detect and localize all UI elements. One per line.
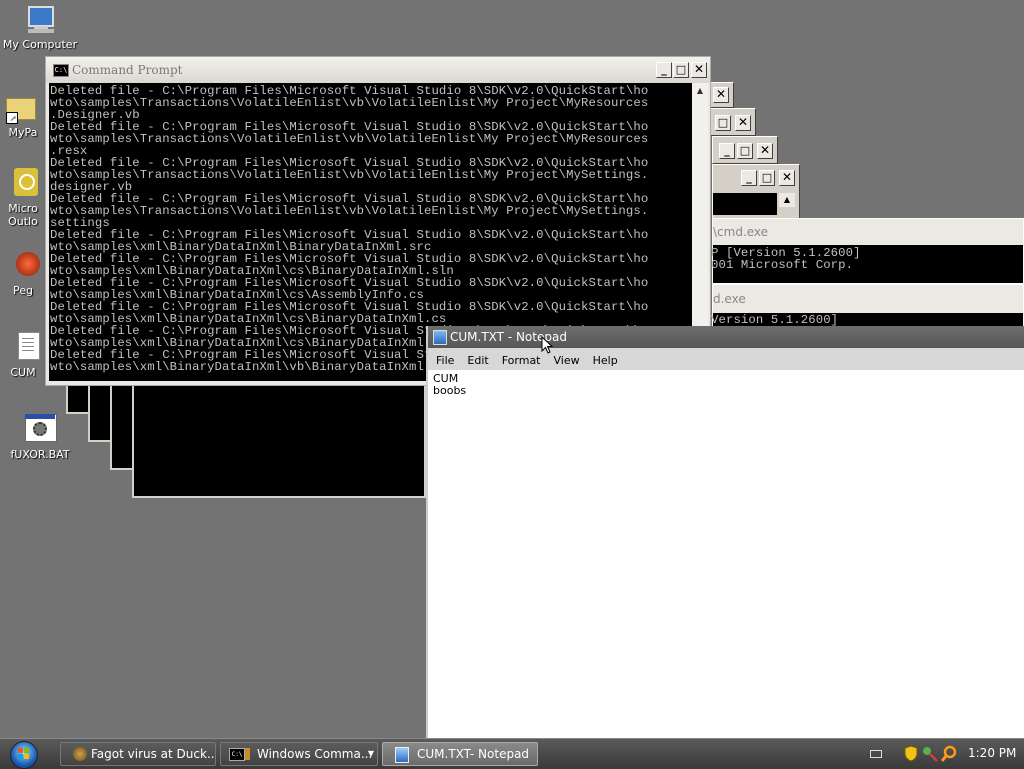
maximize-icon[interactable]: □ — [759, 170, 775, 186]
computer-icon — [24, 4, 56, 36]
close-icon[interactable]: ✕ — [779, 170, 795, 186]
icon-label: CUM — [10, 366, 36, 379]
stacked-window-titlebar[interactable]: _ □ ✕ — [712, 136, 778, 164]
desktop-icon-my-computer[interactable]: My Computer — [2, 4, 78, 51]
close-icon[interactable]: ✕ — [713, 87, 729, 103]
window-title: d.exe — [713, 292, 746, 306]
console-line: wto\samples\Transactions\VolatileEnlist\… — [50, 132, 649, 146]
taskbar-label: Windows Comma... — [257, 747, 373, 761]
desktop-icon-fuxor-bat[interactable]: fUXOR.BAT — [2, 414, 78, 461]
desktop-icon-peg[interactable]: Peg — [0, 250, 46, 297]
icon-label: Peg — [13, 284, 33, 297]
console-line: Version 5.1.2600] — [711, 313, 839, 327]
cmd-titlebar[interactable]: C:\ Command Prompt _ □ ✕ — [46, 57, 710, 83]
taskbar-label: CUM.TXT- Notepad — [417, 747, 530, 761]
clock[interactable]: 1:20 PM — [968, 746, 1016, 760]
icon-label: Micro Outlo — [8, 202, 38, 228]
menu-view[interactable]: View — [554, 350, 580, 372]
cmd-window-3[interactable]: d.exe Version 5.1.2600] — [711, 284, 1024, 329]
cmd-icon: C:\ — [229, 748, 245, 761]
taskbar-button-browser[interactable]: Fagot virus at Duck... — [60, 742, 216, 766]
desktop-icon-outlook[interactable]: Micro Outlo — [0, 168, 46, 228]
icon-label: My Computer — [2, 38, 78, 51]
menu-edit[interactable]: Edit — [467, 350, 488, 372]
stacked-window-titlebar[interactable]: □ ✕ — [708, 108, 756, 136]
start-button[interactable] — [8, 740, 38, 769]
stacked-console-frame — [132, 380, 426, 498]
window-title: \cmd.exe — [713, 225, 769, 239]
text-file-icon — [14, 332, 46, 364]
security-shield-icon[interactable] — [904, 745, 918, 762]
mouse-cursor-icon — [541, 336, 553, 354]
minimize-icon[interactable]: _ — [741, 170, 757, 186]
desktop-icon-mypa[interactable]: ↗ MyPa — [0, 92, 46, 139]
cmd-window-2-titlebar[interactable]: \cmd.exe — [713, 219, 1023, 245]
pegasus-icon — [14, 250, 46, 282]
icon-label: MyPa — [8, 126, 38, 139]
chevron-down-icon[interactable]: ▼ — [368, 743, 374, 765]
cmd-group-icon — [245, 748, 250, 760]
system-tray: 1:20 PM — [900, 742, 1024, 766]
browser-icon — [73, 747, 87, 761]
close-icon[interactable]: ✕ — [691, 62, 707, 78]
cmd-window-2[interactable]: \cmd.exe P [Version 5.1.2600] 001 Micros… — [711, 218, 1024, 284]
notepad-window[interactable]: CUM.TXT - Notepad File Edit Format View Help… — [426, 326, 1024, 738]
console-line: wto\samples\Transactions\VolatileEnlist\… — [50, 204, 649, 218]
console-area — [713, 193, 777, 215]
cmd-app-icon: C:\ — [53, 64, 69, 77]
stacked-window-titlebar[interactable]: _ □ ✕ ▲ — [712, 164, 800, 224]
desktop-icon-cum[interactable]: CUM — [0, 332, 46, 379]
console-body: P [Version 5.1.2600] 001 Microsoft Corp. — [711, 245, 1023, 283]
notepad-menubar: File Edit Format View Help — [428, 348, 1024, 370]
maximize-icon[interactable]: □ — [715, 115, 731, 131]
search-icon[interactable] — [941, 745, 957, 762]
menu-file[interactable]: File — [436, 350, 454, 372]
keyboard-icon[interactable] — [870, 750, 882, 758]
menu-help[interactable]: Help — [593, 350, 618, 372]
taskbar-label: Fagot virus at Duck... — [91, 747, 216, 761]
taskbar-button-cmd[interactable]: C:\ Windows Comma... ▼ — [220, 742, 378, 766]
maximize-icon[interactable]: □ — [737, 143, 753, 159]
console-line: wto\samples\Transactions\VolatileEnlist\… — [50, 168, 649, 182]
minimize-icon[interactable]: _ — [719, 143, 735, 159]
taskbar-button-notepad[interactable]: CUM.TXT- Notepad — [382, 742, 538, 766]
icon-label: fUXOR.BAT — [10, 448, 70, 461]
batch-file-icon — [24, 414, 57, 446]
cmd-window-3-titlebar[interactable]: d.exe — [713, 285, 1023, 313]
outlook-icon — [14, 168, 46, 200]
window-title: Command Prompt — [72, 63, 183, 77]
menu-format[interactable]: Format — [502, 350, 541, 372]
scroll-up-arrow[interactable]: ▲ — [692, 83, 708, 99]
scroll-up-arrow[interactable]: ▲ — [779, 193, 795, 207]
notepad-titlebar[interactable]: CUM.TXT - Notepad — [428, 326, 1024, 348]
console-line: 001 Microsoft Corp. — [711, 258, 854, 272]
notepad-app-icon — [433, 330, 447, 345]
close-icon[interactable]: ✕ — [757, 143, 773, 159]
folder-shortcut-icon: ↗ — [6, 92, 38, 124]
close-icon[interactable]: ✕ — [735, 115, 751, 131]
minimize-icon[interactable]: _ — [656, 62, 672, 78]
taskbar: Fagot virus at Duck... C:\ Windows Comma… — [0, 738, 1024, 769]
notepad-text-area[interactable]: CUM boobs — [433, 373, 1013, 733]
network-icon[interactable] — [922, 746, 938, 762]
notepad-icon — [395, 747, 409, 763]
maximize-icon[interactable]: □ — [673, 62, 689, 78]
